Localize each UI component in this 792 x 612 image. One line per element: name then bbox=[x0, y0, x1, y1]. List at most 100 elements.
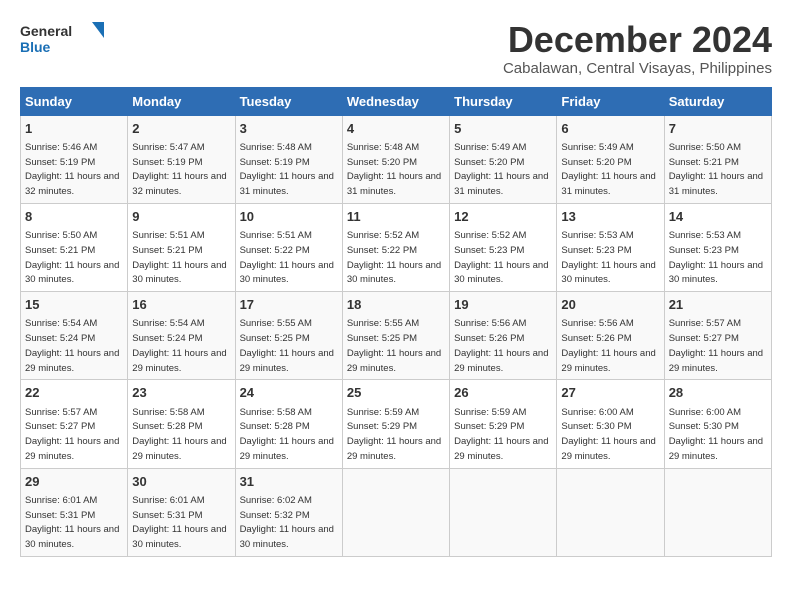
week-row-4: 22 Sunrise: 5:57 AMSunset: 5:27 PMDaylig… bbox=[21, 380, 772, 468]
day-info: Sunrise: 5:54 AMSunset: 5:24 PMDaylight:… bbox=[132, 318, 226, 373]
calendar-cell: 25 Sunrise: 5:59 AMSunset: 5:29 PMDaylig… bbox=[342, 380, 449, 468]
header: General Blue December 2024 Cabalawan, Ce… bbox=[20, 20, 772, 77]
calendar-table: SundayMondayTuesdayWednesdayThursdayFrid… bbox=[20, 87, 772, 557]
day-info: Sunrise: 5:49 AMSunset: 5:20 PMDaylight:… bbox=[561, 142, 655, 197]
day-number: 19 bbox=[454, 296, 552, 314]
day-info: Sunrise: 5:50 AMSunset: 5:21 PMDaylight:… bbox=[669, 142, 763, 197]
day-number: 27 bbox=[561, 384, 659, 402]
calendar-cell: 4 Sunrise: 5:48 AMSunset: 5:20 PMDayligh… bbox=[342, 115, 449, 203]
day-number: 7 bbox=[669, 120, 767, 138]
day-info: Sunrise: 5:56 AMSunset: 5:26 PMDaylight:… bbox=[561, 318, 655, 373]
day-info: Sunrise: 6:01 AMSunset: 5:31 PMDaylight:… bbox=[25, 495, 119, 550]
day-info: Sunrise: 5:52 AMSunset: 5:23 PMDaylight:… bbox=[454, 230, 548, 285]
day-info: Sunrise: 5:48 AMSunset: 5:19 PMDaylight:… bbox=[240, 142, 334, 197]
week-row-3: 15 Sunrise: 5:54 AMSunset: 5:24 PMDaylig… bbox=[21, 292, 772, 380]
day-number: 17 bbox=[240, 296, 338, 314]
day-number: 26 bbox=[454, 384, 552, 402]
calendar-cell: 2 Sunrise: 5:47 AMSunset: 5:19 PMDayligh… bbox=[128, 115, 235, 203]
day-number: 16 bbox=[132, 296, 230, 314]
day-info: Sunrise: 5:52 AMSunset: 5:22 PMDaylight:… bbox=[347, 230, 441, 285]
day-info: Sunrise: 5:59 AMSunset: 5:29 PMDaylight:… bbox=[454, 407, 548, 462]
header-row: SundayMondayTuesdayWednesdayThursdayFrid… bbox=[21, 87, 772, 115]
logo: General Blue bbox=[20, 20, 110, 60]
calendar-cell: 23 Sunrise: 5:58 AMSunset: 5:28 PMDaylig… bbox=[128, 380, 235, 468]
calendar-cell: 31 Sunrise: 6:02 AMSunset: 5:32 PMDaylig… bbox=[235, 468, 342, 556]
day-info: Sunrise: 5:58 AMSunset: 5:28 PMDaylight:… bbox=[132, 407, 226, 462]
location-title: Cabalawan, Central Visayas, Philippines bbox=[503, 60, 772, 77]
day-number: 12 bbox=[454, 208, 552, 226]
day-number: 21 bbox=[669, 296, 767, 314]
calendar-cell: 10 Sunrise: 5:51 AMSunset: 5:22 PMDaylig… bbox=[235, 203, 342, 291]
calendar-cell: 17 Sunrise: 5:55 AMSunset: 5:25 PMDaylig… bbox=[235, 292, 342, 380]
calendar-cell: 11 Sunrise: 5:52 AMSunset: 5:22 PMDaylig… bbox=[342, 203, 449, 291]
header-day-monday: Monday bbox=[128, 87, 235, 115]
calendar-cell: 5 Sunrise: 5:49 AMSunset: 5:20 PMDayligh… bbox=[450, 115, 557, 203]
day-number: 5 bbox=[454, 120, 552, 138]
calendar-cell bbox=[450, 468, 557, 556]
logo-svg: General Blue bbox=[20, 20, 110, 60]
day-info: Sunrise: 5:54 AMSunset: 5:24 PMDaylight:… bbox=[25, 318, 119, 373]
day-info: Sunrise: 5:55 AMSunset: 5:25 PMDaylight:… bbox=[347, 318, 441, 373]
day-info: Sunrise: 5:57 AMSunset: 5:27 PMDaylight:… bbox=[25, 407, 119, 462]
day-number: 10 bbox=[240, 208, 338, 226]
calendar-cell: 19 Sunrise: 5:56 AMSunset: 5:26 PMDaylig… bbox=[450, 292, 557, 380]
day-info: Sunrise: 5:53 AMSunset: 5:23 PMDaylight:… bbox=[669, 230, 763, 285]
day-info: Sunrise: 5:56 AMSunset: 5:26 PMDaylight:… bbox=[454, 318, 548, 373]
calendar-cell bbox=[342, 468, 449, 556]
calendar-cell: 22 Sunrise: 5:57 AMSunset: 5:27 PMDaylig… bbox=[21, 380, 128, 468]
day-info: Sunrise: 5:49 AMSunset: 5:20 PMDaylight:… bbox=[454, 142, 548, 197]
day-number: 4 bbox=[347, 120, 445, 138]
calendar-cell: 8 Sunrise: 5:50 AMSunset: 5:21 PMDayligh… bbox=[21, 203, 128, 291]
calendar-cell: 20 Sunrise: 5:56 AMSunset: 5:26 PMDaylig… bbox=[557, 292, 664, 380]
svg-text:General: General bbox=[20, 23, 72, 39]
calendar-cell: 21 Sunrise: 5:57 AMSunset: 5:27 PMDaylig… bbox=[664, 292, 771, 380]
calendar-cell: 9 Sunrise: 5:51 AMSunset: 5:21 PMDayligh… bbox=[128, 203, 235, 291]
header-day-saturday: Saturday bbox=[664, 87, 771, 115]
header-day-wednesday: Wednesday bbox=[342, 87, 449, 115]
header-day-tuesday: Tuesday bbox=[235, 87, 342, 115]
day-info: Sunrise: 5:51 AMSunset: 5:22 PMDaylight:… bbox=[240, 230, 334, 285]
calendar-cell: 24 Sunrise: 5:58 AMSunset: 5:28 PMDaylig… bbox=[235, 380, 342, 468]
calendar-cell: 30 Sunrise: 6:01 AMSunset: 5:31 PMDaylig… bbox=[128, 468, 235, 556]
calendar-cell: 29 Sunrise: 6:01 AMSunset: 5:31 PMDaylig… bbox=[21, 468, 128, 556]
day-number: 2 bbox=[132, 120, 230, 138]
day-number: 25 bbox=[347, 384, 445, 402]
day-number: 9 bbox=[132, 208, 230, 226]
day-info: Sunrise: 5:46 AMSunset: 5:19 PMDaylight:… bbox=[25, 142, 119, 197]
month-title: December 2024 bbox=[503, 20, 772, 60]
day-number: 6 bbox=[561, 120, 659, 138]
calendar-cell: 27 Sunrise: 6:00 AMSunset: 5:30 PMDaylig… bbox=[557, 380, 664, 468]
title-area: December 2024 Cabalawan, Central Visayas… bbox=[503, 20, 772, 77]
calendar-cell bbox=[557, 468, 664, 556]
day-number: 18 bbox=[347, 296, 445, 314]
day-info: Sunrise: 5:59 AMSunset: 5:29 PMDaylight:… bbox=[347, 407, 441, 462]
calendar-cell: 18 Sunrise: 5:55 AMSunset: 5:25 PMDaylig… bbox=[342, 292, 449, 380]
day-info: Sunrise: 5:55 AMSunset: 5:25 PMDaylight:… bbox=[240, 318, 334, 373]
calendar-cell: 7 Sunrise: 5:50 AMSunset: 5:21 PMDayligh… bbox=[664, 115, 771, 203]
day-number: 11 bbox=[347, 208, 445, 226]
day-info: Sunrise: 5:53 AMSunset: 5:23 PMDaylight:… bbox=[561, 230, 655, 285]
calendar-cell: 13 Sunrise: 5:53 AMSunset: 5:23 PMDaylig… bbox=[557, 203, 664, 291]
calendar-cell: 15 Sunrise: 5:54 AMSunset: 5:24 PMDaylig… bbox=[21, 292, 128, 380]
day-info: Sunrise: 5:50 AMSunset: 5:21 PMDaylight:… bbox=[25, 230, 119, 285]
day-number: 8 bbox=[25, 208, 123, 226]
header-day-friday: Friday bbox=[557, 87, 664, 115]
day-info: Sunrise: 6:00 AMSunset: 5:30 PMDaylight:… bbox=[669, 407, 763, 462]
day-number: 31 bbox=[240, 473, 338, 491]
calendar-cell: 12 Sunrise: 5:52 AMSunset: 5:23 PMDaylig… bbox=[450, 203, 557, 291]
day-number: 20 bbox=[561, 296, 659, 314]
day-number: 29 bbox=[25, 473, 123, 491]
day-info: Sunrise: 6:01 AMSunset: 5:31 PMDaylight:… bbox=[132, 495, 226, 550]
calendar-cell: 28 Sunrise: 6:00 AMSunset: 5:30 PMDaylig… bbox=[664, 380, 771, 468]
day-info: Sunrise: 6:02 AMSunset: 5:32 PMDaylight:… bbox=[240, 495, 334, 550]
svg-text:Blue: Blue bbox=[20, 39, 51, 55]
calendar-cell: 26 Sunrise: 5:59 AMSunset: 5:29 PMDaylig… bbox=[450, 380, 557, 468]
day-info: Sunrise: 6:00 AMSunset: 5:30 PMDaylight:… bbox=[561, 407, 655, 462]
day-number: 1 bbox=[25, 120, 123, 138]
header-day-sunday: Sunday bbox=[21, 87, 128, 115]
day-number: 23 bbox=[132, 384, 230, 402]
calendar-cell: 14 Sunrise: 5:53 AMSunset: 5:23 PMDaylig… bbox=[664, 203, 771, 291]
day-number: 15 bbox=[25, 296, 123, 314]
week-row-5: 29 Sunrise: 6:01 AMSunset: 5:31 PMDaylig… bbox=[21, 468, 772, 556]
day-number: 3 bbox=[240, 120, 338, 138]
